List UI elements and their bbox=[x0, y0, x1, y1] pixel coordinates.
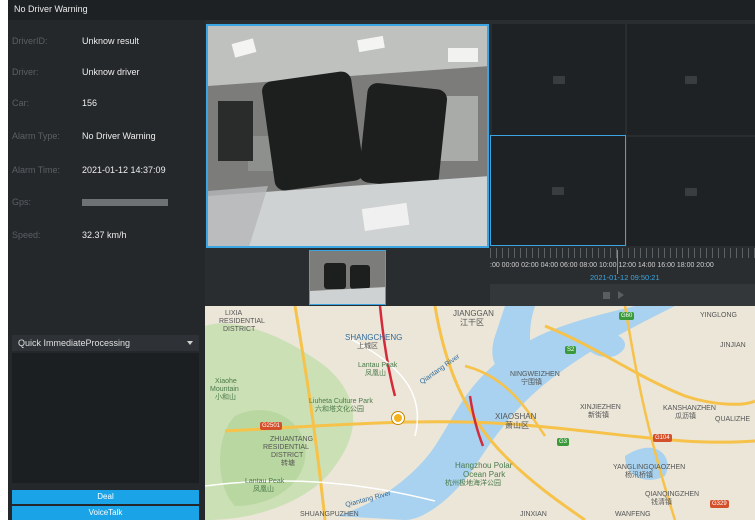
speed-value: 32.37 km/h bbox=[82, 230, 127, 240]
map-label: RESIDENTIAL bbox=[219, 318, 265, 325]
alarm-type-label: Alarm Type: bbox=[12, 131, 60, 141]
timeline-current-time: 2021-01-12 09:50:21 bbox=[590, 273, 660, 282]
map-label: JIANGGAN bbox=[453, 309, 494, 318]
gps-label: Gps: bbox=[12, 197, 32, 207]
map-label: 六和塔文化公园 bbox=[315, 406, 364, 413]
camera-placeholder-icon bbox=[685, 75, 697, 84]
road-badge: G60 bbox=[619, 312, 635, 320]
map-label: Lantau Peak bbox=[245, 478, 285, 485]
map-label: Xiaohe bbox=[215, 378, 237, 385]
office-camera-image bbox=[208, 26, 487, 246]
map-label: YINGLONG bbox=[700, 312, 737, 319]
playback-controls bbox=[490, 284, 755, 306]
driver-id-row: DriverID: Unknow result bbox=[8, 34, 198, 50]
map-label: 瓜沥镇 bbox=[675, 413, 696, 420]
map-label: WANFENG bbox=[615, 511, 651, 518]
map-label: ZHUANTANG bbox=[270, 436, 314, 443]
driver-value: Unknow driver bbox=[82, 67, 140, 77]
voicetalk-button[interactable]: VoiceTalk bbox=[12, 506, 199, 520]
map-label: 新街镇 bbox=[588, 412, 609, 419]
timeline-ticks bbox=[490, 248, 755, 258]
quick-processing-value: Quick ImmediateProcessing bbox=[18, 338, 131, 348]
map-label: 凤凰山 bbox=[253, 486, 274, 493]
alarm-time-label: Alarm Time: bbox=[12, 165, 61, 175]
road-badge: G3 bbox=[557, 438, 570, 446]
snapshot-image bbox=[310, 251, 385, 304]
map-label: YANGLINGQIAOZHEN bbox=[613, 464, 686, 471]
map-label: 萧山区 bbox=[505, 421, 529, 430]
car-value: 156 bbox=[82, 98, 98, 108]
chevron-down-icon bbox=[187, 341, 193, 345]
map-label: QUALIZHE bbox=[715, 416, 751, 423]
map-label: LIXIA bbox=[225, 310, 243, 317]
map-label: 上城区 bbox=[357, 343, 378, 350]
map-label: 凤凰山 bbox=[365, 370, 386, 377]
map-label: RESIDENTIAL bbox=[263, 444, 309, 451]
map-label: SHUANGPUZHEN bbox=[300, 511, 359, 518]
quick-processing-dropdown[interactable]: Quick ImmediateProcessing bbox=[12, 335, 199, 351]
video-tile-5[interactable] bbox=[627, 137, 755, 246]
road-badge: S2 bbox=[565, 346, 577, 354]
map-label: QIANQINGZHEN bbox=[645, 491, 700, 498]
map-label: DISTRICT bbox=[271, 452, 304, 459]
driver-id-value: Unknow result bbox=[82, 36, 140, 46]
car-row: Car: 156 bbox=[8, 96, 198, 112]
road-badge: G329 bbox=[710, 500, 729, 508]
gps-value-redacted bbox=[82, 199, 168, 206]
map-label: 杨汛桥镇 bbox=[625, 472, 653, 479]
driver-label: Driver: bbox=[12, 67, 39, 77]
processing-notes-area[interactable] bbox=[12, 353, 199, 483]
map-label: SHANGCHENG bbox=[345, 333, 403, 342]
alarm-type-row: Alarm Type: No Driver Warning bbox=[8, 129, 198, 145]
map-label: JINJIAN bbox=[720, 342, 746, 349]
vehicle-location-pin-icon[interactable] bbox=[392, 412, 404, 424]
main-video-view[interactable] bbox=[206, 24, 489, 248]
video-tile-4[interactable] bbox=[490, 135, 626, 246]
road-badge: G104 bbox=[653, 434, 672, 442]
map-label: XIAOSHAN bbox=[495, 412, 537, 421]
camera-placeholder-icon bbox=[552, 75, 565, 84]
car-label: Car: bbox=[12, 98, 30, 108]
driver-row: Driver: Unknow driver bbox=[8, 65, 198, 81]
map-view[interactable]: LIXIA RESIDENTIAL DISTRICT JIANGGAN 江干区 … bbox=[205, 306, 755, 520]
speed-row: Speed: 32.37 km/h bbox=[8, 228, 198, 244]
title-bar: No Driver Warning bbox=[8, 0, 755, 20]
driver-id-label: DriverID: bbox=[12, 36, 48, 46]
camera-placeholder-icon bbox=[685, 187, 697, 196]
map-label: NINGWEIZHEN bbox=[510, 371, 560, 378]
map-label: 小和山 bbox=[215, 394, 236, 401]
speed-label: Speed: bbox=[12, 230, 41, 240]
snapshot-thumbnail[interactable] bbox=[309, 250, 386, 305]
map-label: 钱清镇 bbox=[651, 499, 672, 506]
road-badge: G2501 bbox=[260, 422, 283, 430]
map-label: 宁围镇 bbox=[521, 379, 542, 386]
map-label: XINJIEZHEN bbox=[580, 404, 621, 411]
map-label: 江干区 bbox=[460, 318, 484, 327]
deal-button[interactable]: Deal bbox=[12, 490, 199, 504]
map-label: 转塘 bbox=[281, 460, 295, 467]
stop-icon[interactable] bbox=[603, 292, 610, 299]
map-label: Hangzhou Polar bbox=[455, 461, 513, 470]
map-label: JINXIAN bbox=[520, 511, 547, 518]
alarm-time-value: 2021-01-12 14:37:09 bbox=[82, 165, 166, 175]
camera-placeholder-icon bbox=[552, 186, 564, 195]
video-tile-3[interactable] bbox=[627, 24, 755, 135]
map-label: Liuheta Culture Park bbox=[309, 398, 373, 405]
map-label: Ocean Park bbox=[463, 470, 506, 479]
map-label: KANSHANZHEN bbox=[663, 405, 716, 412]
play-icon[interactable] bbox=[618, 291, 624, 299]
video-tile-2[interactable] bbox=[492, 24, 625, 135]
gps-row: Gps: bbox=[8, 195, 198, 211]
alarm-time-row: Alarm Time: 2021-01-12 14:37:09 bbox=[8, 163, 198, 179]
map-label: Mountain bbox=[210, 386, 239, 393]
map-label: 杭州极地海洋公园 bbox=[445, 480, 501, 487]
map-label: DISTRICT bbox=[223, 326, 256, 333]
alarm-type-value: No Driver Warning bbox=[82, 131, 156, 141]
window-title: No Driver Warning bbox=[14, 4, 88, 14]
map-label: Lantau Peak bbox=[358, 362, 398, 369]
timeline-scale: :00 00:00 02:00 04:00 06:00 08:00 10:00 … bbox=[490, 262, 714, 269]
playback-timeline[interactable]: :00 00:00 02:00 04:00 06:00 08:00 10:00 … bbox=[490, 248, 755, 306]
